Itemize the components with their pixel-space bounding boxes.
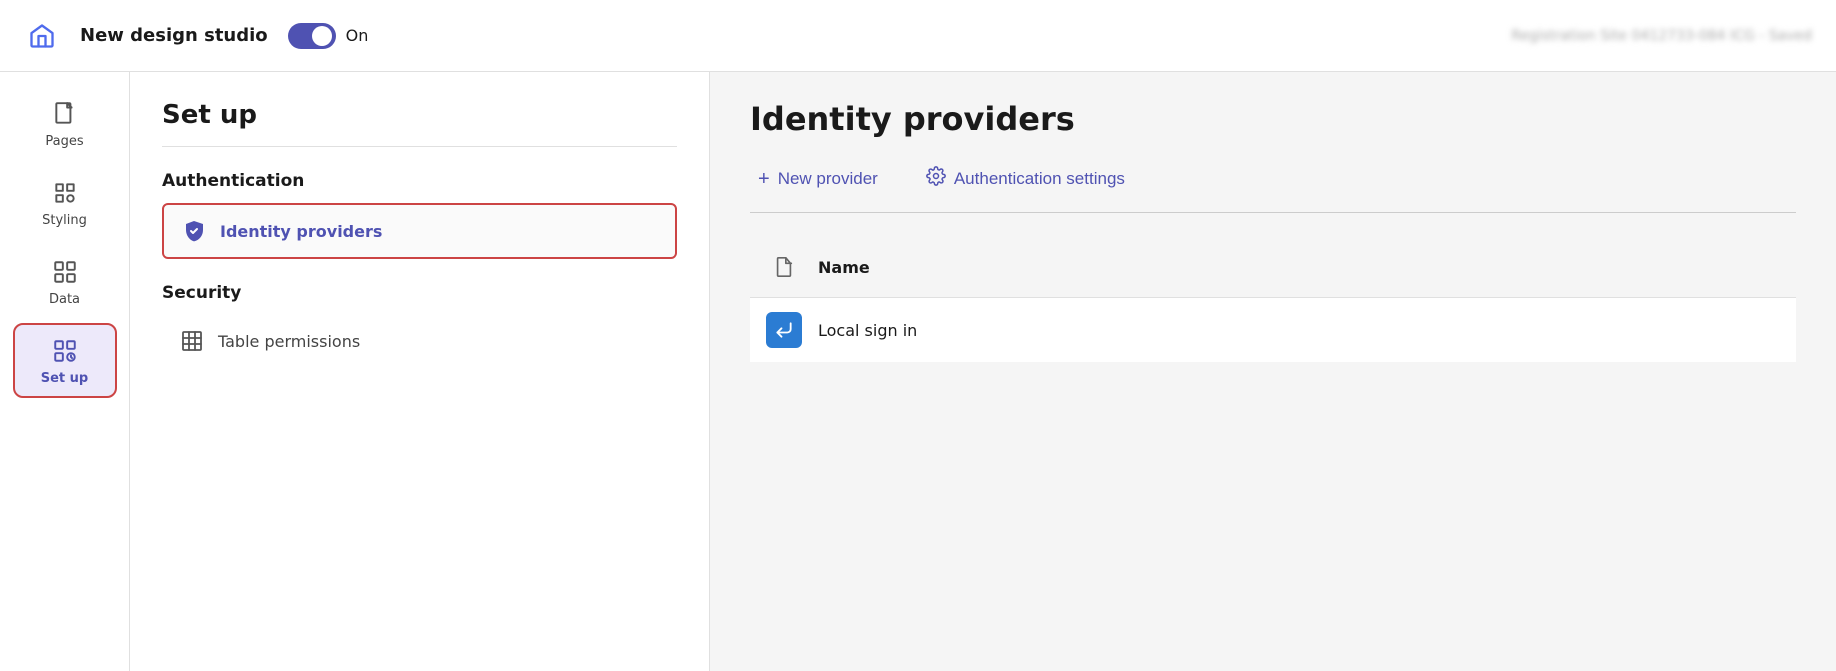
local-sign-in-label: Local sign in [818,321,917,340]
data-icon [49,256,81,288]
new-provider-button[interactable]: + New provider [750,164,886,195]
table-row[interactable]: Local sign in [750,297,1796,362]
shield-icon [180,217,208,245]
sidebar-item-setup[interactable]: Set up [15,325,115,396]
toggle-thumb [312,26,332,46]
home-icon[interactable] [24,18,60,54]
nav-item-identity-providers[interactable]: Identity providers [162,203,677,259]
nav-item-table-permissions[interactable]: Table permissions [162,315,677,367]
gear-icon [926,166,946,192]
content-panel: Identity providers + New provider Authen… [710,72,1836,671]
design-studio-toggle[interactable] [288,23,336,49]
setup-icon [49,335,81,367]
plus-icon: + [758,168,770,191]
status-text: Registration Site 0412733-084 ICG - Save… [1511,28,1812,44]
authentication-settings-button[interactable]: Authentication settings [918,162,1133,196]
table-header: Name [750,237,1796,297]
action-bar: + New provider Authentication settings [750,162,1796,213]
topbar: New design studio On Registration Site 0… [0,0,1836,72]
table-icon [178,327,206,355]
app-title: New design studio [80,25,268,46]
main-area: Pages Styling Da [0,72,1836,671]
sidebar-item-pages[interactable]: Pages [15,88,115,159]
security-section-header: Security [162,283,677,303]
authentication-settings-label: Authentication settings [954,169,1125,189]
sidebar-item-data[interactable]: Data [15,246,115,317]
toggle-label: On [346,26,369,45]
nav-item-identity-providers-label: Identity providers [220,222,382,241]
new-provider-label: New provider [778,169,878,189]
table-header-icon [766,249,802,285]
security-section: Security Table permissions [162,283,677,367]
local-sign-in-icon [766,312,802,348]
table-header-name: Name [818,258,870,277]
pages-icon [49,98,81,130]
icon-sidebar: Pages Styling Da [0,72,130,671]
styling-icon [49,177,81,209]
authentication-section-header: Authentication [162,171,677,191]
nav-item-table-permissions-label: Table permissions [218,332,360,351]
content-title: Identity providers [750,100,1796,138]
sidebar-item-styling-label: Styling [42,213,87,228]
sidebar-item-styling[interactable]: Styling [15,167,115,238]
sidebar-item-pages-label: Pages [45,134,83,149]
toggle-wrapper: On [288,23,369,49]
sidebar-item-setup-label: Set up [41,371,88,386]
setup-panel-title: Set up [162,100,677,147]
setup-panel: Set up Authentication Identity providers… [130,72,710,671]
sidebar-item-data-label: Data [49,292,80,307]
